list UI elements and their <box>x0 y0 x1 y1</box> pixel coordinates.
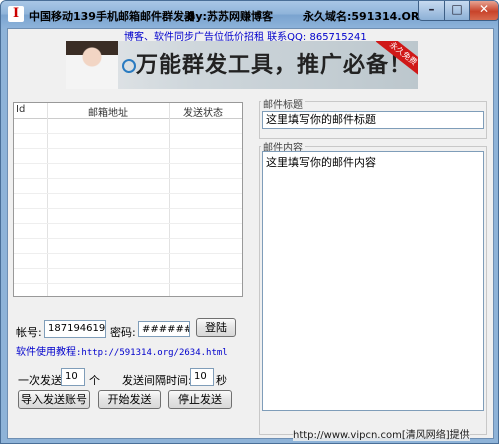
app-window: I 中国移动139手机邮箱邮件群发器 By:苏苏网赚博客 永久域名:591314… <box>0 0 499 444</box>
interval-input[interactable]: 10 <box>190 368 214 386</box>
ad-banner[interactable]: 万能群发工具，推广必备！ 永久免费 <box>66 41 418 89</box>
grid-line <box>14 238 242 239</box>
maximize-button[interactable]: □ <box>444 1 470 21</box>
account-label: 帐号: <box>16 326 42 339</box>
tutorial-link[interactable]: 软件使用教程:http://591314.org/2634.html <box>16 343 228 358</box>
column-header-status[interactable]: 发送状态 <box>170 104 236 119</box>
grid-line <box>14 253 242 254</box>
title-bar[interactable]: I 中国移动139手机邮箱邮件群发器 By:苏苏网赚博客 永久域名:591314… <box>1 1 498 28</box>
banner-headline: 万能群发工具，推广必备！ <box>136 52 413 78</box>
grid-line <box>14 193 242 194</box>
close-button[interactable]: ✕ <box>469 1 498 21</box>
grid-line <box>14 133 242 134</box>
subject-label: 邮件标题 <box>261 96 305 111</box>
client-area: 博客、软件同步广告位低价招租 联系QQ: 865715241 万能群发工具，推广… <box>7 28 494 439</box>
password-input[interactable]: ######### <box>138 321 190 337</box>
account-input[interactable]: 18719461924 <box>44 320 106 338</box>
grid-line <box>14 268 242 269</box>
banner-logo-icon <box>122 59 136 73</box>
interval-unit: 秒 <box>216 374 227 387</box>
window-author: By:苏苏网赚博客 <box>187 10 273 23</box>
send-count-label: 一次发送 <box>18 374 62 387</box>
grid-line <box>14 148 242 149</box>
grid-line <box>14 223 242 224</box>
login-button[interactable]: 登陆 <box>196 318 236 337</box>
email-list-header: Id 邮箱地址 发送状态 <box>14 103 242 119</box>
send-count-unit: 个 <box>89 374 100 387</box>
watermark: http://www.vipcn.com[清风网络]提供 <box>293 426 470 441</box>
subject-input[interactable]: 这里填写你的邮件标题 <box>262 111 484 129</box>
password-label: 密码: <box>110 326 136 339</box>
app-icon: I <box>8 6 24 22</box>
column-header-id[interactable]: Id <box>16 104 46 115</box>
column-header-address[interactable]: 邮箱地址 <box>48 104 168 119</box>
send-count-input[interactable]: 10 <box>61 368 85 386</box>
minimize-button[interactable]: – <box>418 1 445 21</box>
window-domain: 永久域名:591314.ORG <box>303 10 429 23</box>
stop-send-button[interactable]: 停止发送 <box>168 390 232 409</box>
grid-line <box>14 283 242 284</box>
grid-line <box>14 208 242 209</box>
content-textarea[interactable]: 这里填写你的邮件内容 <box>262 151 484 411</box>
email-list[interactable]: Id 邮箱地址 发送状态 <box>13 102 243 297</box>
interval-label: 发送间隔时间: <box>122 374 192 387</box>
grid-line <box>14 163 242 164</box>
grid-line <box>14 178 242 179</box>
import-accounts-button[interactable]: 导入发送账号 <box>18 390 90 409</box>
tutorial-label: 软件使用教程 <box>16 347 76 358</box>
start-send-button[interactable]: 开始发送 <box>98 390 161 409</box>
banner-person-image <box>66 41 118 89</box>
window-title: 中国移动139手机邮箱邮件群发器 <box>29 10 195 23</box>
tutorial-url: :http://591314.org/2634.html <box>76 348 228 358</box>
